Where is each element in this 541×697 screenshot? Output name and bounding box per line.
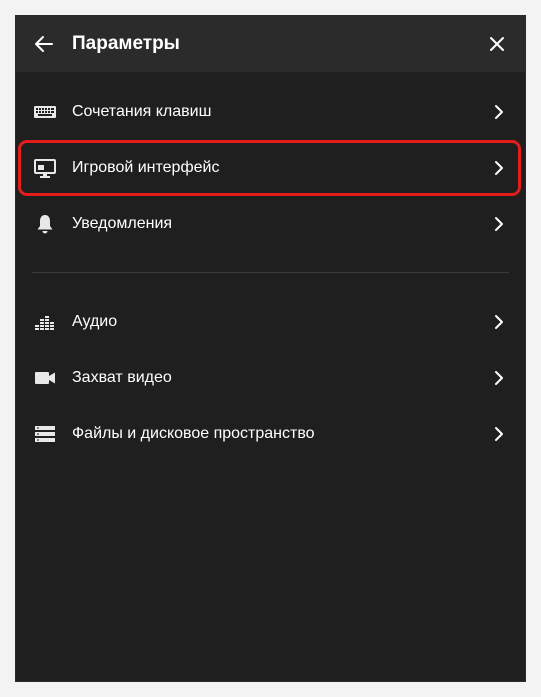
chevron-right-icon: [495, 217, 503, 231]
video-camera-icon: [33, 366, 57, 390]
keyboard-icon: [33, 100, 57, 124]
menu-item-audio[interactable]: Аудио: [16, 294, 525, 350]
menu-item-keyboard-shortcuts[interactable]: Сочетания клавиш: [16, 84, 525, 140]
menu-item-label: Игровой интерфейс: [72, 159, 220, 176]
menu-item-files-storage[interactable]: Файлы и дисковое пространство: [16, 406, 525, 462]
menu-item-game-interface[interactable]: Игровой интерфейс: [16, 140, 525, 196]
chevron-right-icon: [495, 161, 503, 175]
menu-item-label: Аудио: [72, 313, 118, 330]
back-button[interactable]: [32, 32, 56, 56]
bell-icon: [33, 212, 57, 236]
close-button[interactable]: [485, 32, 509, 56]
menu-item-notifications[interactable]: Уведомления: [16, 196, 525, 252]
chevron-right-icon: [495, 105, 503, 119]
storage-icon: [33, 422, 57, 446]
chevron-right-icon: [495, 315, 503, 329]
arrow-left-icon: [35, 36, 53, 52]
close-icon: [490, 37, 504, 51]
menu-item-video-capture[interactable]: Захват видео: [16, 350, 525, 406]
settings-header: Параметры: [16, 16, 525, 72]
settings-panel: Параметры Сочетания клавиш Игровой интер…: [16, 16, 525, 681]
chevron-right-icon: [495, 427, 503, 441]
menu-item-label: Сочетания клавиш: [72, 103, 212, 120]
chevron-right-icon: [495, 371, 503, 385]
divider: [32, 272, 509, 273]
page-title: Параметры: [72, 33, 180, 54]
equalizer-icon: [33, 310, 57, 334]
menu-item-label: Файлы и дисковое пространство: [72, 425, 315, 442]
menu-item-label: Захват видео: [72, 369, 172, 386]
monitor-icon: [33, 156, 57, 180]
menu-item-label: Уведомления: [72, 215, 173, 232]
